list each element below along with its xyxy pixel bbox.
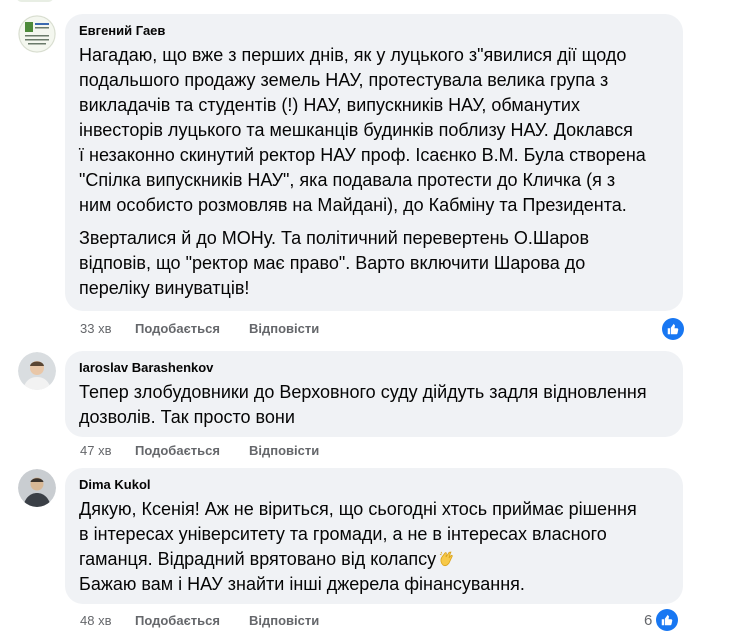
comment-paragraph: Дякую, Ксенія! Аж не віриться, що сьогод… [79, 497, 669, 597]
comment-author[interactable]: Iaroslav Barashenkov [79, 359, 669, 376]
text-line: інвесторів луцького та мешканців будинкі… [79, 120, 633, 140]
text-line: Нагадаю, що вже з перших днів, як у луць… [79, 45, 627, 65]
comment-bubble: Iaroslav Barashenkov Тепер злобудовники … [65, 351, 683, 437]
like-button[interactable]: Подобається [135, 443, 249, 458]
text-line: викладачів та студентів (!) НАУ, випускн… [79, 95, 580, 115]
previous-comment-fragment [0, 0, 738, 4]
comment-paragraph: Нагадаю, що вже з перших днів, як у луць… [79, 43, 669, 218]
text-line-content: гаманця. Відрадний врятовано від колапсу [79, 549, 437, 569]
text-line: Зверталися й до МОНу. Та політичний пере… [79, 228, 590, 248]
comment-bubble: Евгений Гаев Нагадаю, що вже з перших дн… [65, 14, 683, 311]
text-line: ї незаконно скинутий ректор НАУ проф. Іс… [79, 145, 646, 165]
text-line: дозволів. Так просто вони [79, 407, 295, 427]
text-line: в інтересах університету та громади, а н… [79, 524, 607, 544]
comment-author[interactable]: Евгений Гаев [79, 22, 669, 39]
text-line: ним особисто розмовляв на Майдані), до К… [79, 195, 627, 215]
like-button[interactable]: Подобається [135, 613, 249, 628]
comment-time[interactable]: 33 хв [80, 321, 135, 336]
text-line: гаманця. Відрадний врятовано від колапсу [79, 547, 669, 572]
comment-bubble: Dima Kukol Дякую, Ксенія! Аж не віриться… [65, 468, 683, 604]
like-thumb-icon [656, 609, 679, 631]
reaction-summary[interactable]: 6 [644, 609, 679, 631]
comment-actions: 48 хв Подобається Відповісти [80, 613, 319, 628]
text-line: Тепер злобудовники до Верховного суду ді… [79, 382, 647, 402]
reply-button[interactable]: Відповісти [249, 443, 319, 458]
comment-paragraph: Зверталися й до МОНу. Та політичний пере… [79, 226, 669, 301]
comment-author[interactable]: Dima Kukol [79, 476, 669, 493]
avatar [16, 0, 54, 2]
clapping-hands-icon [438, 550, 456, 568]
text-line: Дякую, Ксенія! Аж не віриться, що сьогод… [79, 499, 637, 519]
reply-button[interactable]: Відповісти [249, 613, 319, 628]
text-line: "Спілка випускників НАУ", яка подавала п… [79, 170, 616, 190]
avatar[interactable] [18, 15, 56, 53]
text-line: подальшого продажу земель НАУ, протестув… [79, 70, 609, 90]
reply-button[interactable]: Відповісти [249, 321, 319, 336]
comment-time[interactable]: 47 хв [80, 443, 135, 458]
text-line: відповів, що "ректор має право". Варто в… [79, 253, 586, 273]
avatar[interactable] [18, 352, 56, 390]
reaction-count: 6 [644, 611, 653, 629]
avatar[interactable] [18, 469, 56, 507]
text-line: Бажаю вам і НАУ знайти інші джерела фіна… [79, 574, 525, 594]
like-thumb-icon [662, 318, 684, 340]
comment-actions: 47 хв Подобається Відповісти [80, 443, 319, 458]
like-button[interactable]: Подобається [135, 321, 249, 336]
reaction-summary[interactable] [658, 318, 684, 340]
comment-actions: 33 хв Подобається Відповісти [80, 321, 319, 336]
comment-time[interactable]: 48 хв [80, 613, 135, 628]
text-line: переліку винуватців! [79, 278, 250, 298]
comment-paragraph: Тепер злобудовники до Верховного суду ді… [79, 380, 669, 430]
